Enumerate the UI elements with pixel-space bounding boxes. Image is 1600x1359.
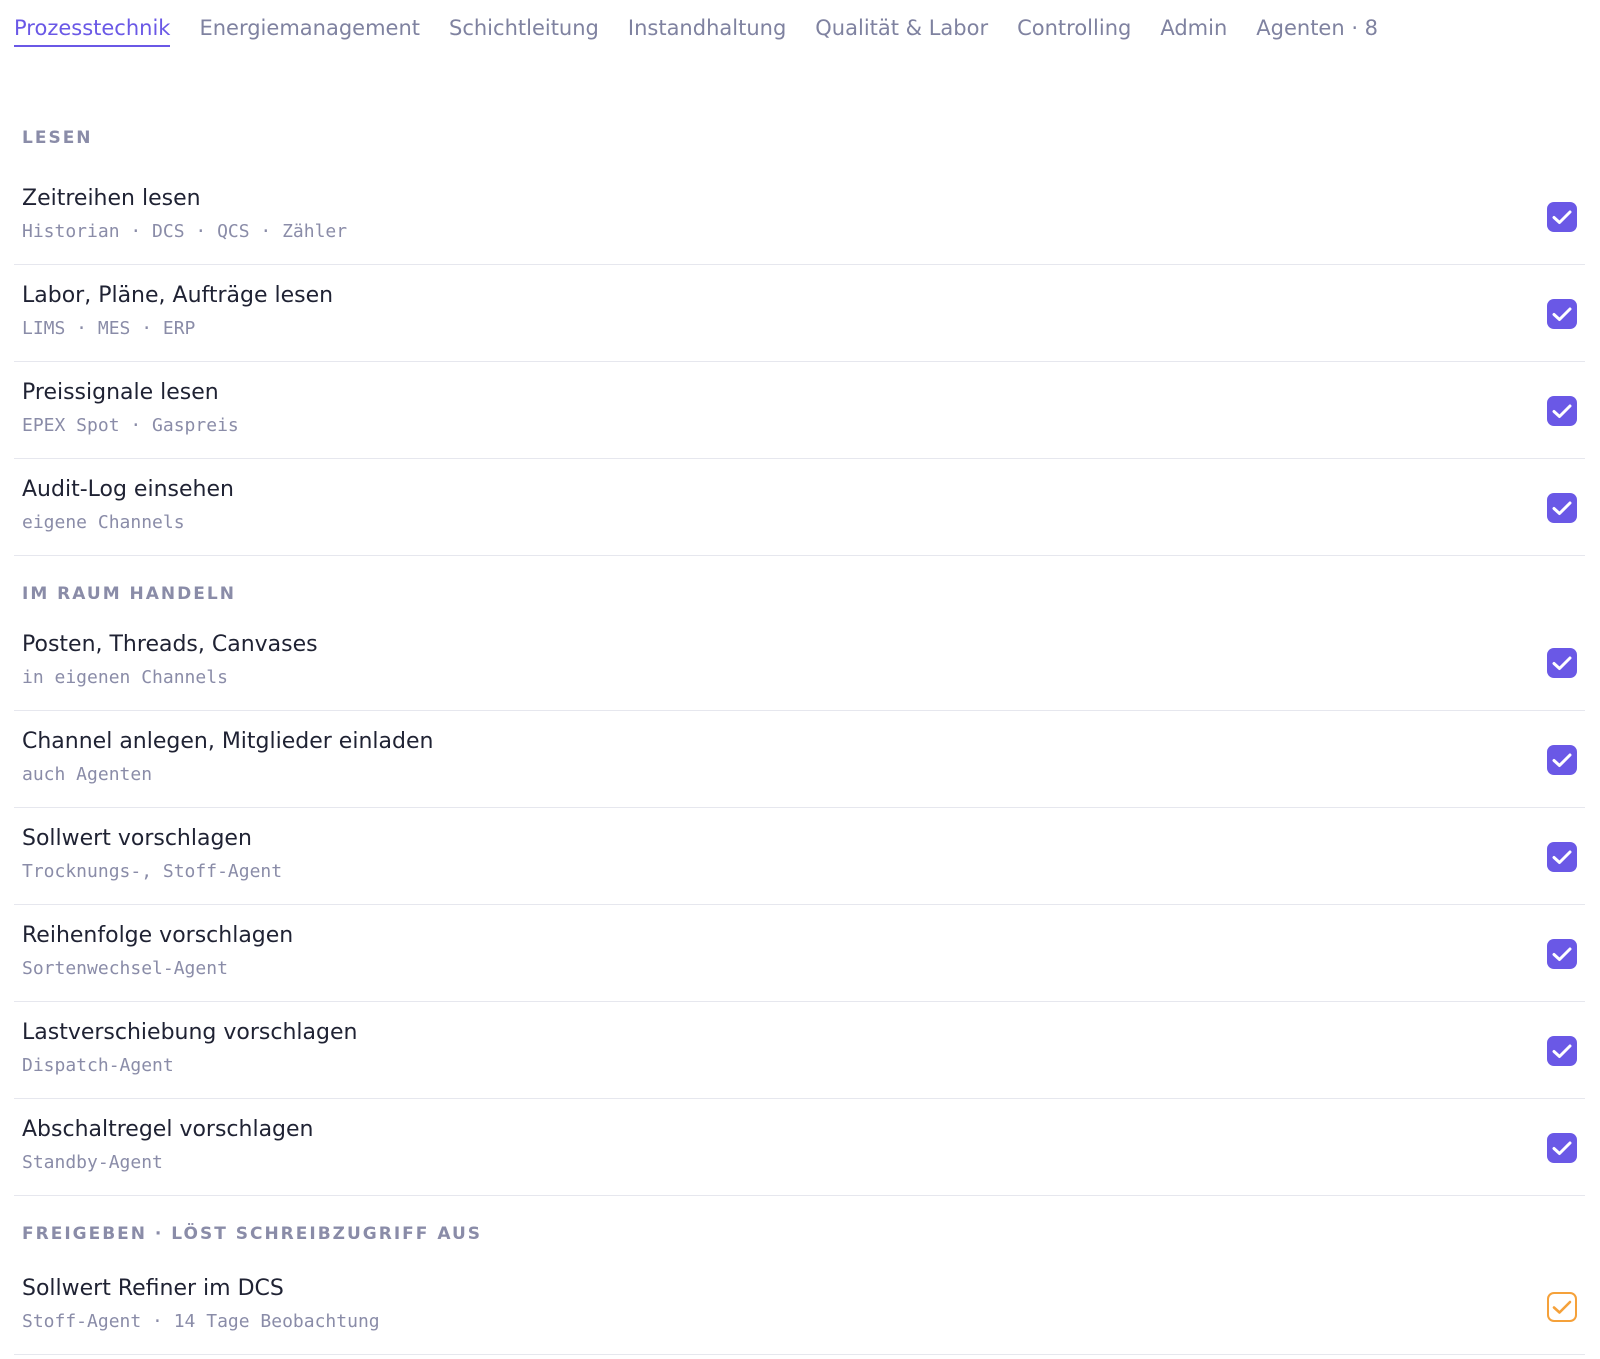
permission-title: Labor, Pläne, Aufträge lesen: [22, 283, 334, 308]
permission-checkbox[interactable]: [1547, 202, 1577, 232]
permission-checkbox[interactable]: [1547, 493, 1577, 523]
permission-checkbox[interactable]: [1547, 1133, 1577, 1163]
permission-subtitle: Trocknungs-, Stoff-Agent: [22, 861, 283, 882]
checkmark-icon: [1552, 1300, 1572, 1314]
permission-title: Abschaltregel vorschlagen: [22, 1117, 314, 1142]
permission-checkbox[interactable]: [1547, 299, 1577, 329]
permission-title: Reihenfolge vorschlagen: [22, 923, 294, 948]
section-im-raum-handeln: IM RAUM HANDELN Posten, Threads, Canvase…: [14, 556, 1585, 1196]
tab-agenten[interactable]: Agenten · 8: [1256, 18, 1378, 45]
permission-title: Sollwert Refiner im DCS: [22, 1276, 284, 1301]
checkmark-icon: [1552, 656, 1572, 670]
section-freigeben: FREIGEBEN · LÖST SCHREIBZUGRIFF AUS Soll…: [14, 1196, 1585, 1355]
checkmark-icon: [1552, 850, 1572, 864]
checkmark-icon: [1552, 501, 1572, 515]
section-title: FREIGEBEN · LÖST SCHREIBZUGRIFF AUS: [22, 1224, 482, 1244]
checkmark-icon: [1552, 210, 1572, 224]
permission-checkbox[interactable]: [1547, 1036, 1577, 1066]
permission-title: Audit-Log einsehen: [22, 477, 234, 502]
permission-title: Zeitreihen lesen: [22, 186, 201, 211]
checkmark-icon: [1552, 947, 1572, 961]
permission-subtitle: eigene Channels: [22, 512, 185, 533]
tab-prozesstechnik[interactable]: Prozesstechnik: [14, 18, 171, 47]
permission-title: Preissignale lesen: [22, 380, 219, 405]
permission-row: Posten, Threads, Canvases in eigenen Cha…: [14, 614, 1585, 711]
permission-subtitle: Standby-Agent: [22, 1152, 163, 1173]
permission-checkbox[interactable]: [1547, 745, 1577, 775]
permission-row: Channel anlegen, Mitglieder einladen auc…: [14, 711, 1585, 808]
permission-subtitle: EPEX Spot · Gaspreis: [22, 415, 239, 436]
permission-subtitle: Historian · DCS · QCS · Zähler: [22, 221, 348, 242]
permission-checkbox[interactable]: [1547, 648, 1577, 678]
permission-row: Reihenfolge vorschlagen Sortenwechsel-Ag…: [14, 905, 1585, 1002]
permission-subtitle: Sortenwechsel-Agent: [22, 958, 228, 979]
permission-row: Sollwert vorschlagen Trocknungs-, Stoff-…: [14, 808, 1585, 905]
permission-subtitle: LIMS · MES · ERP: [22, 318, 196, 339]
section-lesen: LESEN Zeitreihen lesen Historian · DCS ·…: [14, 112, 1585, 556]
section-title: LESEN: [22, 128, 93, 148]
tab-schichtleitung[interactable]: Schichtleitung: [449, 18, 599, 45]
checkmark-icon: [1552, 404, 1572, 418]
tab-qualitaet-labor[interactable]: Qualität & Labor: [815, 18, 988, 45]
permission-checkbox[interactable]: [1547, 939, 1577, 969]
checkmark-icon: [1552, 1044, 1572, 1058]
permission-checkbox[interactable]: [1547, 842, 1577, 872]
tab-admin[interactable]: Admin: [1160, 18, 1227, 45]
permission-row: Preissignale lesen EPEX Spot · Gaspreis: [14, 362, 1585, 459]
permission-row: Zeitreihen lesen Historian · DCS · QCS ·…: [14, 168, 1585, 265]
permissions-list: LESEN Zeitreihen lesen Historian · DCS ·…: [14, 112, 1585, 1355]
checkmark-icon: [1552, 307, 1572, 321]
permission-row: Audit-Log einsehen eigene Channels: [14, 459, 1585, 556]
permission-title: Lastverschiebung vorschlagen: [22, 1020, 358, 1045]
checkmark-icon: [1552, 753, 1572, 767]
permission-title: Posten, Threads, Canvases: [22, 632, 318, 657]
permission-row: Sollwert Refiner im DCS Stoff-Agent · 14…: [14, 1258, 1585, 1355]
permission-row: Labor, Pläne, Aufträge lesen LIMS · MES …: [14, 265, 1585, 362]
checkmark-icon: [1552, 1141, 1572, 1155]
permission-checkbox-pending[interactable]: [1547, 1292, 1577, 1322]
permission-subtitle: Dispatch-Agent: [22, 1055, 174, 1076]
permission-title: Channel anlegen, Mitglieder einladen: [22, 729, 434, 754]
tab-bar: Prozesstechnik Energiemanagement Schicht…: [14, 18, 1407, 47]
permission-subtitle: auch Agenten: [22, 764, 153, 785]
permission-row: Lastverschiebung vorschlagen Dispatch-Ag…: [14, 1002, 1585, 1099]
permission-row: Abschaltregel vorschlagen Standby-Agent: [14, 1099, 1585, 1196]
permission-title: Sollwert vorschlagen: [22, 826, 252, 851]
tab-instandhaltung[interactable]: Instandhaltung: [628, 18, 786, 45]
permission-subtitle: in eigenen Channels: [22, 667, 228, 688]
permission-checkbox[interactable]: [1547, 396, 1577, 426]
section-title: IM RAUM HANDELN: [22, 584, 236, 604]
tab-energiemanagement[interactable]: Energiemanagement: [199, 18, 420, 45]
permission-subtitle: Stoff-Agent · 14 Tage Beobachtung: [22, 1311, 380, 1332]
tab-controlling[interactable]: Controlling: [1017, 18, 1131, 45]
